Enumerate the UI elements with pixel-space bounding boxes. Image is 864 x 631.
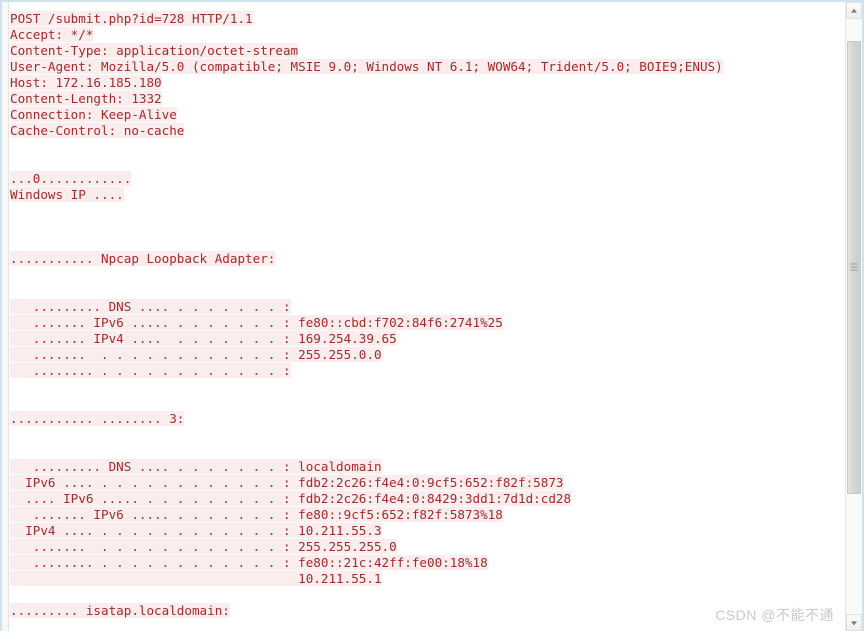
text-line: ....... . . . . . . . . . . . . : 255.25… <box>10 347 828 363</box>
text-line: Accept: */* <box>10 27 828 43</box>
text-line: ......... DNS .... . . . . . . . : local… <box>10 459 828 475</box>
text-line <box>10 155 828 171</box>
text-line: ....... IPv6 ..... . . . . . . . : fe80:… <box>10 315 828 331</box>
text-line-content: ....... IPv6 ..... . . . . . . . : fe80:… <box>10 507 503 522</box>
chevron-up-icon <box>851 8 857 13</box>
text-line: ....... . . . . . . . . . . . . : 255.25… <box>10 539 828 555</box>
text-line: ........... ........ 3: <box>10 411 828 427</box>
text-line-content: Content-Length: 1332 <box>10 91 162 106</box>
text-line <box>10 219 828 235</box>
text-line: ........ . . . . . . . . . . . . : <box>10 363 828 379</box>
scrollbar-track[interactable] <box>846 19 862 614</box>
text-line-content: Accept: */* <box>10 27 94 42</box>
text-line-content: ........... Npcap Loopback Adapter: <box>10 251 276 266</box>
request-body-text: POST /submit.php?id=728 HTTP/1.1 Accept: … <box>10 11 828 631</box>
text-line <box>10 283 828 299</box>
text-line-content: ....... . . . . . . . . . . . . : 255.25… <box>10 347 382 362</box>
text-viewport[interactable]: POST /submit.php?id=728 HTTP/1.1 Accept: … <box>10 2 828 631</box>
text-line-content: ........... ........ 3: <box>10 411 185 426</box>
text-line <box>10 267 828 283</box>
scroll-up-button[interactable] <box>846 2 862 19</box>
text-line <box>10 139 828 155</box>
text-line: IPv4 .... . . . . . . . . . . . . : 10.2… <box>10 523 828 539</box>
text-line <box>10 235 828 251</box>
text-line-content: 10.211.55.1 <box>10 571 382 586</box>
watermark: CSDN @不能不通 <box>715 607 834 623</box>
text-line-content: ......... DNS .... . . . . . . . : <box>10 299 291 314</box>
text-line <box>10 395 828 411</box>
text-line-content: ......... DNS .... . . . . . . . : local… <box>10 459 382 474</box>
text-line: ......... isatap.localdomain: <box>10 603 828 619</box>
text-line: ........... Npcap Loopback Adapter: <box>10 251 828 267</box>
text-line-content: IPv6 .... . . . . . . . . . . . . : fdb2… <box>10 475 564 490</box>
text-line: ........ . . . . . . . . . . . . : fe80:… <box>10 555 828 571</box>
http-request-viewer: POST /submit.php?id=728 HTTP/1.1 Accept: … <box>0 0 864 631</box>
text-line: ....... IPv6 ..... . . . . . . . : fe80:… <box>10 507 828 523</box>
vertical-scrollbar[interactable] <box>845 2 862 631</box>
text-line-content: Connection: Keep-Alive <box>10 107 177 122</box>
grip-icon <box>850 263 858 272</box>
text-line <box>10 379 828 395</box>
text-line-content: IPv4 .... . . . . . . . . . . . . : 10.2… <box>10 523 382 538</box>
text-line: Connection: Keep-Alive <box>10 107 828 123</box>
chevron-down-icon <box>851 620 857 625</box>
text-line <box>10 619 828 631</box>
text-line <box>10 427 828 443</box>
text-line: .... IPv6 ..... . . . . . . . . . : fdb2… <box>10 491 828 507</box>
text-line-content: ....... . . . . . . . . . . . . : 255.25… <box>10 539 397 554</box>
text-line-content: Windows IP .... <box>10 187 124 202</box>
text-line-content: ...0............ <box>10 171 132 186</box>
text-line-content: Host: 172.16.185.180 <box>10 75 162 90</box>
scroll-down-button[interactable] <box>846 614 862 631</box>
text-line: Content-Length: 1332 <box>10 91 828 107</box>
text-line-content: Cache-Control: no-cache <box>10 123 185 138</box>
text-line <box>10 587 828 603</box>
text-line: ....... IPv4 .... . . . . . . . : 169.25… <box>10 331 828 347</box>
text-line-content: ........ . . . . . . . . . . . . : fe80:… <box>10 555 488 570</box>
line-gutter <box>2 2 9 631</box>
text-line-content: ....... IPv6 ..... . . . . . . . : fe80:… <box>10 315 503 330</box>
text-line-content: ......... isatap.localdomain: <box>10 603 230 618</box>
text-line: Content-Type: application/octet-stream <box>10 43 828 59</box>
text-line: POST /submit.php?id=728 HTTP/1.1 <box>10 11 828 27</box>
text-line <box>10 443 828 459</box>
text-line: IPv6 .... . . . . . . . . . . . . : fdb2… <box>10 475 828 491</box>
text-line-content: Content-Type: application/octet-stream <box>10 43 299 58</box>
text-line-content: POST /submit.php?id=728 HTTP/1.1 <box>10 11 253 26</box>
text-line-content: ....... IPv4 .... . . . . . . . : 169.25… <box>10 331 397 346</box>
text-line: ...0............ <box>10 171 828 187</box>
text-line: 10.211.55.1 <box>10 571 828 587</box>
scrollbar-thumb[interactable] <box>847 41 861 494</box>
text-line <box>10 203 828 219</box>
text-line: Windows IP .... <box>10 187 828 203</box>
text-line: User-Agent: Mozilla/5.0 (compatible; MSI… <box>10 59 828 75</box>
text-line-content: .... IPv6 ..... . . . . . . . . . : fdb2… <box>10 491 572 506</box>
text-line: Host: 172.16.185.180 <box>10 75 828 91</box>
text-line-content: ........ . . . . . . . . . . . . : <box>10 363 291 378</box>
text-line: Cache-Control: no-cache <box>10 123 828 139</box>
text-line: ......... DNS .... . . . . . . . : <box>10 299 828 315</box>
text-line-content: User-Agent: Mozilla/5.0 (compatible; MSI… <box>10 59 723 74</box>
